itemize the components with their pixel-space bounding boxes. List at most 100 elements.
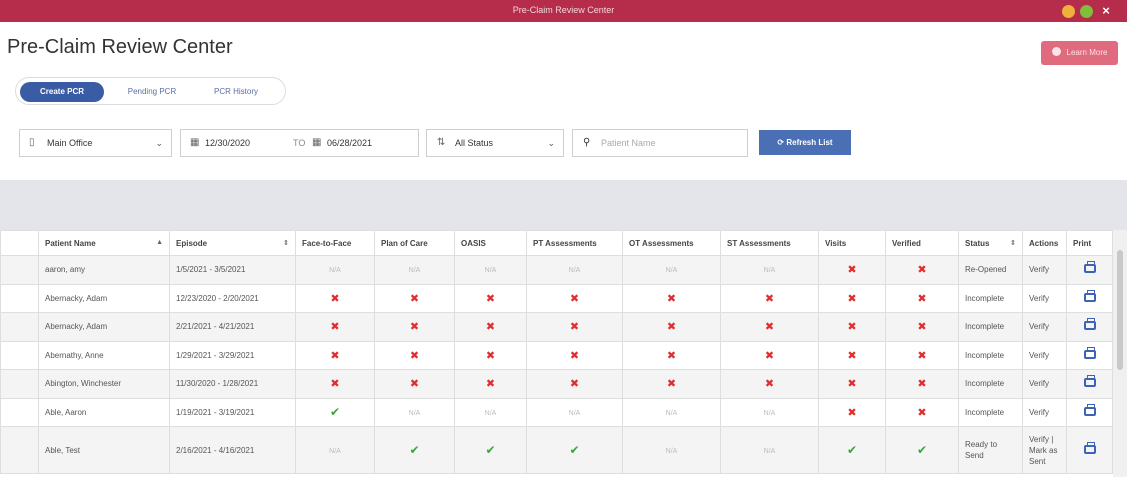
actions-link[interactable]: Verify | Mark as Sent <box>1022 426 1067 474</box>
ot-cell: N/A <box>622 426 721 474</box>
actions-link[interactable]: Verify <box>1022 340 1067 370</box>
column-header[interactable]: Patient Name ▲ <box>38 230 170 256</box>
tab-create-pcr[interactable]: Create PCR <box>20 82 104 102</box>
ot-cell: N/A <box>622 255 721 285</box>
check-mark-icon: ✔ <box>409 443 420 457</box>
chevron-down-icon: ⌄ <box>547 138 555 148</box>
status-select[interactable]: ⇅ All Status ⌄ <box>426 129 564 157</box>
refresh-icon: ⟳ <box>777 138 787 147</box>
episode-cell: 2/16/2021 - 4/16/2021 <box>169 426 296 474</box>
oasis-cell: ✖ <box>454 283 527 313</box>
x-mark-icon: ✖ <box>330 292 340 305</box>
row-select-cell <box>0 397 39 427</box>
table-row[interactable]: aaron, amy 1/5/2021 - 3/5/2021 N/A N/A N/A N/… <box>0 255 1113 285</box>
column-header[interactable]: Episode ⇕ <box>169 230 296 256</box>
filter-icon: ⇅ <box>437 137 446 148</box>
x-mark-icon: ✖ <box>666 349 677 362</box>
page-title: Pre-Claim Review Center <box>7 36 233 58</box>
date-to-input[interactable]: 06/28/2021 <box>327 130 372 156</box>
visits-cell: ✔ <box>818 426 886 474</box>
refresh-list-button[interactable]: ⟳ Refresh List <box>759 130 851 155</box>
x-mark-icon: ✖ <box>847 321 857 334</box>
x-mark-icon: ✖ <box>917 349 927 362</box>
x-mark-icon: ✖ <box>847 378 857 391</box>
info-icon <box>1051 47 1061 56</box>
ot-cell: ✖ <box>622 312 721 342</box>
refresh-label: Refresh List <box>786 138 833 147</box>
st-cell: ✖ <box>720 312 819 342</box>
print-cell <box>1066 255 1113 285</box>
x-mark-icon: ✖ <box>569 321 580 334</box>
actions-link[interactable]: Verify <box>1022 397 1067 427</box>
x-mark-icon: ✖ <box>330 349 340 362</box>
sort-icon[interactable]: ⇕ <box>1010 239 1016 247</box>
learn-more-button[interactable]: Learn More <box>1041 41 1118 65</box>
patient-name-cell: Abington, Winchester <box>38 369 170 399</box>
st-cell: ✖ <box>720 283 819 313</box>
table-scrollbar[interactable] <box>1113 230 1127 477</box>
table-row[interactable]: Able, Aaron 1/19/2021 - 3/19/2021 ✔ N/A N/A N… <box>0 397 1113 427</box>
patient-name-cell: aaron, amy <box>38 255 170 285</box>
patient-name-cell: Abernathy, Anne <box>38 340 170 370</box>
calendar-icon: ▦ <box>312 137 322 148</box>
x-mark-icon: ✖ <box>569 378 580 391</box>
printer-icon[interactable] <box>1083 261 1096 274</box>
x-mark-icon: ✖ <box>666 378 677 391</box>
visits-cell: ✖ <box>818 312 886 342</box>
printer-icon[interactable] <box>1083 346 1096 359</box>
maximize-button[interactable] <box>1080 5 1093 18</box>
printer-icon[interactable] <box>1083 289 1096 302</box>
close-button[interactable]: × <box>1099 4 1113 18</box>
date-separator: TO <box>293 138 306 148</box>
oasis-cell: ✖ <box>454 312 527 342</box>
actions-link[interactable]: Verify <box>1022 369 1067 399</box>
sort-icon[interactable]: ⇕ <box>283 239 289 247</box>
verified-cell: ✖ <box>885 312 959 342</box>
table-row[interactable]: Abington, Winchester 11/30/2020 - 1/28/20… <box>0 369 1113 399</box>
tab-pcr-history[interactable]: PCR History <box>196 82 276 102</box>
f2f-cell: ✔ <box>295 397 375 427</box>
st-cell: N/A <box>720 426 819 474</box>
pcr-table: Patient Name ▲ Episode ⇕ Face-to-Face Plan… <box>0 230 1113 474</box>
minimize-button[interactable] <box>1062 5 1075 18</box>
table-row[interactable]: Abernathy, Anne 1/29/2021 - 3/29/2021 ✖ ✖ ✖ ✖… <box>0 340 1113 370</box>
x-mark-icon: ✖ <box>847 349 857 362</box>
title-bar: Pre-Claim Review Center × <box>0 0 1127 22</box>
actions-link[interactable]: Verify <box>1022 255 1067 285</box>
patient-name-cell: Able, Test <box>38 426 170 474</box>
table-row[interactable]: Abernacky, Adam 2/21/2021 - 4/21/2021 ✖ ✖ ✖ ✖… <box>0 312 1113 342</box>
f2f-cell: ✖ <box>295 312 375 342</box>
print-cell <box>1066 397 1113 427</box>
table-row[interactable]: Able, Test 2/16/2021 - 4/16/2021 N/A ✔ ✔ ✔ N/A… <box>0 426 1113 474</box>
table-row[interactable]: Abernacky, Adam 12/23/2020 - 2/20/2021 ✖ ✖ ✖… <box>0 283 1113 313</box>
learn-more-label: Learn More <box>1066 48 1108 57</box>
status-cell: Incomplete <box>958 397 1023 427</box>
branch-select[interactable]: ▯ Main Office ⌄ <box>19 129 172 157</box>
x-mark-icon: ✖ <box>485 292 496 305</box>
printer-icon[interactable] <box>1083 375 1096 388</box>
tab-pending-pcr[interactable]: Pending PCR <box>112 82 192 102</box>
x-mark-icon: ✖ <box>485 378 496 391</box>
column-header[interactable]: Status ⇕ <box>958 230 1023 256</box>
check-mark-icon: ✔ <box>329 405 341 420</box>
actions-link[interactable]: Verify <box>1022 312 1067 342</box>
status-cell: Incomplete <box>958 283 1023 313</box>
verified-cell: ✔ <box>885 426 959 474</box>
check-mark-icon: ✔ <box>846 443 858 457</box>
x-mark-icon: ✖ <box>917 264 927 277</box>
date-from-input[interactable]: 12/30/2020 <box>205 130 250 156</box>
printer-icon[interactable] <box>1083 441 1096 454</box>
f2f-cell: N/A <box>295 426 375 474</box>
printer-icon[interactable] <box>1083 403 1096 416</box>
status-value: All Status <box>455 138 494 148</box>
oasis-cell: ✔ <box>454 426 527 474</box>
actions-link[interactable]: Verify <box>1022 283 1067 313</box>
sort-asc-icon[interactable]: ▲ <box>156 239 163 246</box>
ot-cell: ✖ <box>622 369 721 399</box>
scrollbar-thumb[interactable] <box>1117 250 1123 370</box>
x-mark-icon: ✖ <box>330 321 340 334</box>
printer-icon[interactable] <box>1083 318 1096 331</box>
patient-search-input[interactable]: ⚲ Patient Name <box>572 129 748 157</box>
select-column-header <box>0 230 39 256</box>
x-mark-icon: ✖ <box>917 378 927 391</box>
